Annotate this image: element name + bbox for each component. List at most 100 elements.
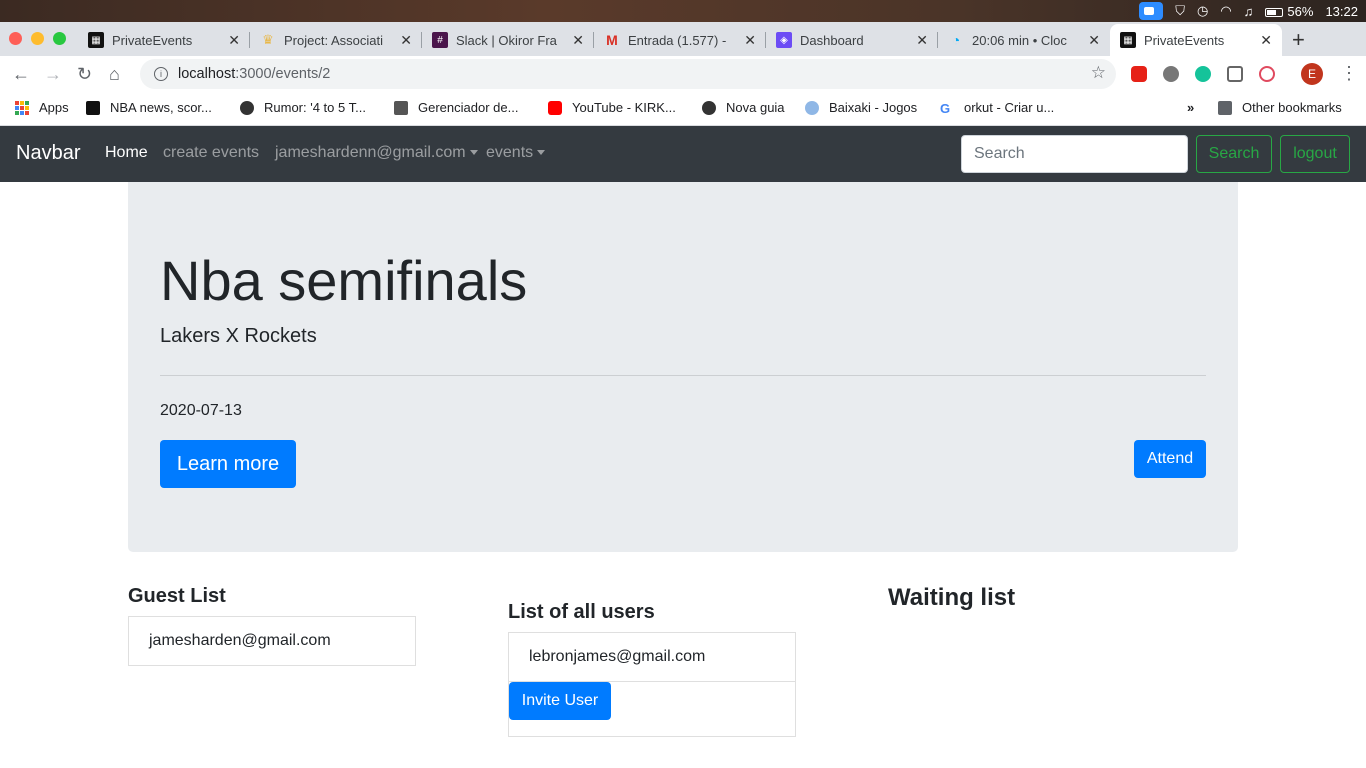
- nav-events-dropdown[interactable]: events: [486, 144, 546, 162]
- apps-grid-icon: [15, 100, 29, 115]
- logout-button[interactable]: logout: [1280, 135, 1350, 173]
- grammarly-icon[interactable]: [1195, 66, 1211, 82]
- bookmark-item[interactable]: Baixaki - Jogos: [805, 100, 917, 115]
- tab[interactable]: # Slack | Okiror Fra ✕: [422, 24, 594, 56]
- bookmark-item[interactable]: Rumor: '4 to 5 T...: [240, 100, 366, 115]
- tab[interactable]: M Entrada (1.577) - ✕: [594, 24, 766, 56]
- globe-icon: [702, 100, 716, 115]
- bookmark-label: Baixaki - Jogos: [829, 100, 918, 115]
- battery-icon[interactable]: [1265, 4, 1284, 19]
- close-tab-icon[interactable]: ✕: [572, 32, 584, 49]
- tab-title: PrivateEvents: [112, 32, 193, 48]
- search-input[interactable]: [961, 135, 1188, 173]
- tab[interactable]: ▦ PrivateEvents ✕: [78, 24, 250, 56]
- google-icon: G: [940, 100, 951, 116]
- privateevents-favicon-icon: ▦: [1120, 32, 1136, 48]
- slack-favicon-icon: #: [432, 32, 448, 48]
- document-icon: [394, 100, 408, 115]
- reload-icon[interactable]: ↻: [77, 64, 92, 85]
- clock[interactable]: 13:22: [1325, 4, 1358, 19]
- close-tab-icon[interactable]: ✕: [228, 32, 240, 49]
- gmail-favicon-icon: M: [606, 32, 618, 48]
- profile-avatar[interactable]: E: [1301, 63, 1323, 85]
- baixaki-icon: [805, 100, 819, 115]
- navbar-brand[interactable]: Navbar: [16, 142, 80, 165]
- music-icon[interactable]: ♫: [1244, 4, 1254, 19]
- bookmark-label: Apps: [39, 100, 69, 115]
- invite-user-button[interactable]: Invite User: [509, 682, 611, 720]
- tab[interactable]: ♛ Project: Associati ✕: [250, 24, 422, 56]
- tab-active[interactable]: ▦ PrivateEvents ✕: [1110, 24, 1282, 56]
- url-host: localhost: [178, 66, 236, 82]
- waiting-list-heading: Waiting list: [888, 584, 1016, 611]
- close-window-button[interactable]: [9, 32, 22, 45]
- nav-home-link[interactable]: Home: [105, 144, 148, 162]
- profile-initial: E: [1307, 67, 1316, 81]
- bookmark-label: Other bookmarks: [1242, 100, 1342, 115]
- privateevents-favicon-icon: ▦: [88, 32, 104, 48]
- caret-down-icon: [537, 150, 546, 156]
- user-email: lebronjames@gmail.com: [529, 648, 706, 665]
- user-list-item: lebronjames@gmail.com: [508, 632, 796, 682]
- tracker-extension-icon[interactable]: [1259, 66, 1275, 82]
- zoom-icon[interactable]: [1139, 2, 1164, 20]
- home-icon[interactable]: ⌂: [109, 64, 120, 85]
- battery-percent: 56%: [1287, 3, 1314, 19]
- clockify-favicon-icon: ◔: [951, 32, 961, 48]
- guest-email: jamesharden@gmail.com: [149, 632, 331, 649]
- trophy-favicon-icon: ♛: [262, 32, 274, 47]
- guest-list-heading: Guest List: [128, 585, 226, 607]
- more-bookmarks-icon[interactable]: »: [1187, 100, 1194, 115]
- nav-user-label: jameshardenn@gmail.com: [275, 144, 466, 161]
- new-tab-icon[interactable]: +: [1292, 27, 1305, 53]
- fullscreen-window-button[interactable]: [53, 32, 66, 45]
- forward-icon[interactable]: →: [44, 64, 62, 85]
- bookmark-label: Gerenciador de...: [418, 100, 519, 115]
- bookmark-item[interactable]: Nova guia: [702, 100, 785, 115]
- bookmark-item[interactable]: NBA news, scor...: [86, 100, 212, 115]
- globe-icon: [240, 100, 254, 115]
- bookmark-star-icon[interactable]: ☆: [1091, 63, 1106, 83]
- menu-bar-status: ⛉ ◷ ◠ ♫ 56% 13:22: [1139, 0, 1358, 22]
- close-tab-icon[interactable]: ✕: [400, 32, 412, 49]
- bleacher-report-icon: [86, 100, 100, 115]
- bookmark-label: NBA news, scor...: [110, 100, 212, 115]
- site-info-icon[interactable]: i: [154, 67, 168, 81]
- extension-icon[interactable]: [1163, 66, 1179, 82]
- chrome-menu-icon[interactable]: ⋮: [1340, 63, 1358, 84]
- bookmark-label: orkut - Criar u...: [964, 100, 1055, 115]
- minimize-window-button[interactable]: [31, 32, 44, 45]
- event-title: Nba semifinals: [160, 249, 528, 312]
- tab-title: 20:06 min • Cloc: [972, 32, 1067, 48]
- bookmark-label: Rumor: '4 to 5 T...: [264, 100, 366, 115]
- youtube-icon: [548, 100, 562, 115]
- nav-user-dropdown[interactable]: jameshardenn@gmail.com: [275, 144, 478, 162]
- time-machine-icon[interactable]: ◷: [1197, 3, 1208, 19]
- wifi-icon[interactable]: ◠: [1220, 3, 1231, 19]
- close-tab-icon[interactable]: ✕: [916, 32, 928, 49]
- learn-more-button[interactable]: Learn more: [160, 440, 296, 488]
- bookmark-apps[interactable]: Apps: [15, 100, 69, 115]
- nav-create-events-link[interactable]: create events: [163, 144, 259, 162]
- address-bar[interactable]: i localhost:3000/events/2 ☆: [140, 59, 1116, 89]
- tab[interactable]: ◈ Dashboard ✕: [766, 24, 938, 56]
- back-icon[interactable]: ←: [12, 64, 30, 85]
- tab[interactable]: ◔ 20:06 min • Cloc ✕: [938, 24, 1110, 56]
- bookmark-item[interactable]: Gerenciador de...: [394, 100, 518, 115]
- nav-events-label: events: [486, 144, 534, 161]
- bookmark-item[interactable]: YouTube - KIRK...: [548, 100, 676, 115]
- os-menu-bar: ⛉ ◷ ◠ ♫ 56% 13:22: [0, 0, 1366, 22]
- close-tab-icon[interactable]: ✕: [1260, 32, 1272, 49]
- youtube-extension-icon[interactable]: [1131, 66, 1147, 82]
- tab-title: Project: Associati: [284, 32, 383, 48]
- bookmark-item[interactable]: G orkut - Criar u...: [940, 100, 1055, 116]
- camera-extension-icon[interactable]: [1227, 66, 1243, 82]
- other-bookmarks[interactable]: Other bookmarks: [1218, 100, 1342, 115]
- site-navbar: Navbar Home create events jameshardenn@g…: [0, 126, 1366, 182]
- search-button[interactable]: Search: [1196, 135, 1272, 173]
- attend-button[interactable]: Attend: [1134, 440, 1206, 478]
- close-tab-icon[interactable]: ✕: [744, 32, 756, 49]
- bookmark-label: YouTube - KIRK...: [572, 100, 676, 115]
- shield-icon[interactable]: ⛉: [1175, 3, 1185, 19]
- close-tab-icon[interactable]: ✕: [1088, 32, 1100, 49]
